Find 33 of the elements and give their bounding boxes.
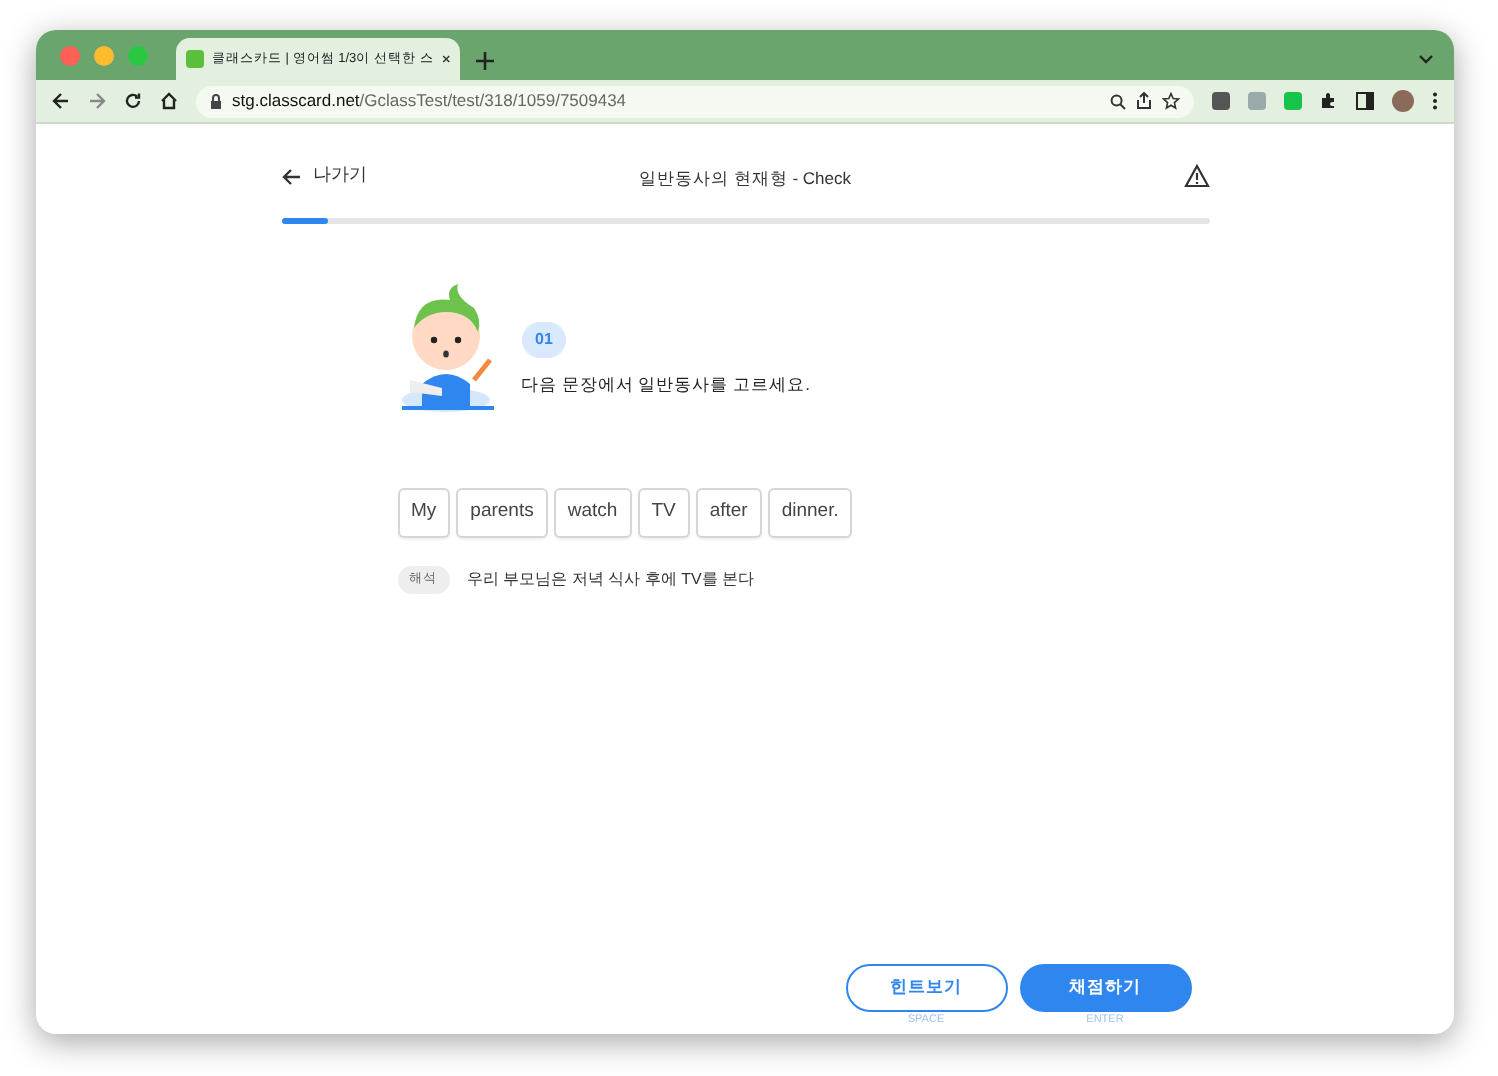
word-choice[interactable]: dinner. bbox=[767, 488, 853, 538]
new-tab-icon[interactable] bbox=[476, 52, 494, 70]
word-choice[interactable]: parents bbox=[456, 488, 548, 538]
menu-icon[interactable] bbox=[1432, 92, 1438, 110]
reload-icon[interactable] bbox=[124, 92, 142, 110]
zoom-icon[interactable] bbox=[1110, 93, 1126, 109]
page-title: 일반동사의 현재형 - Check bbox=[638, 168, 851, 188]
forward-arrow-icon[interactable] bbox=[88, 92, 106, 110]
home-icon[interactable] bbox=[160, 92, 178, 110]
sidebar-icon[interactable] bbox=[1356, 92, 1374, 110]
word-choice[interactable]: My bbox=[397, 488, 451, 538]
profile-avatar[interactable] bbox=[1392, 90, 1414, 112]
chevron-down-icon[interactable] bbox=[1418, 54, 1434, 64]
back-link[interactable]: 나가기 bbox=[281, 162, 481, 190]
back-arrow-icon[interactable] bbox=[52, 92, 70, 110]
share-icon[interactable] bbox=[1136, 92, 1152, 110]
hint-button[interactable]: 힌트보기 bbox=[845, 963, 1007, 1011]
question-number-badge: 01 bbox=[521, 322, 567, 358]
translation-text: 우리 부모님은 저녁 식사 후에 TV를 본다 bbox=[467, 567, 755, 592]
back-arrow-icon bbox=[281, 167, 301, 185]
puzzle-icon[interactable] bbox=[1320, 92, 1338, 110]
address-bar[interactable]: stg.classcard.net/GclassTest/test/318/1059/7509434 bbox=[196, 85, 1194, 117]
url-text: stg.classcard.net/GclassTest/test/318/1059/7509434 bbox=[232, 88, 627, 114]
close-icon[interactable] bbox=[441, 52, 450, 66]
site-logo-icon bbox=[186, 50, 204, 68]
star-icon[interactable] bbox=[1162, 92, 1180, 110]
word-choice[interactable]: watch bbox=[553, 488, 632, 538]
word-choice[interactable]: after bbox=[695, 488, 762, 538]
lock-icon bbox=[210, 93, 222, 109]
word-choice[interactable]: TV bbox=[637, 488, 690, 538]
warning-icon[interactable] bbox=[1183, 164, 1209, 188]
grade-button[interactable]: 채점하기 bbox=[1019, 963, 1191, 1011]
question-instruction: 다음 문장에서 일반동사를 고르세요. bbox=[521, 372, 810, 398]
